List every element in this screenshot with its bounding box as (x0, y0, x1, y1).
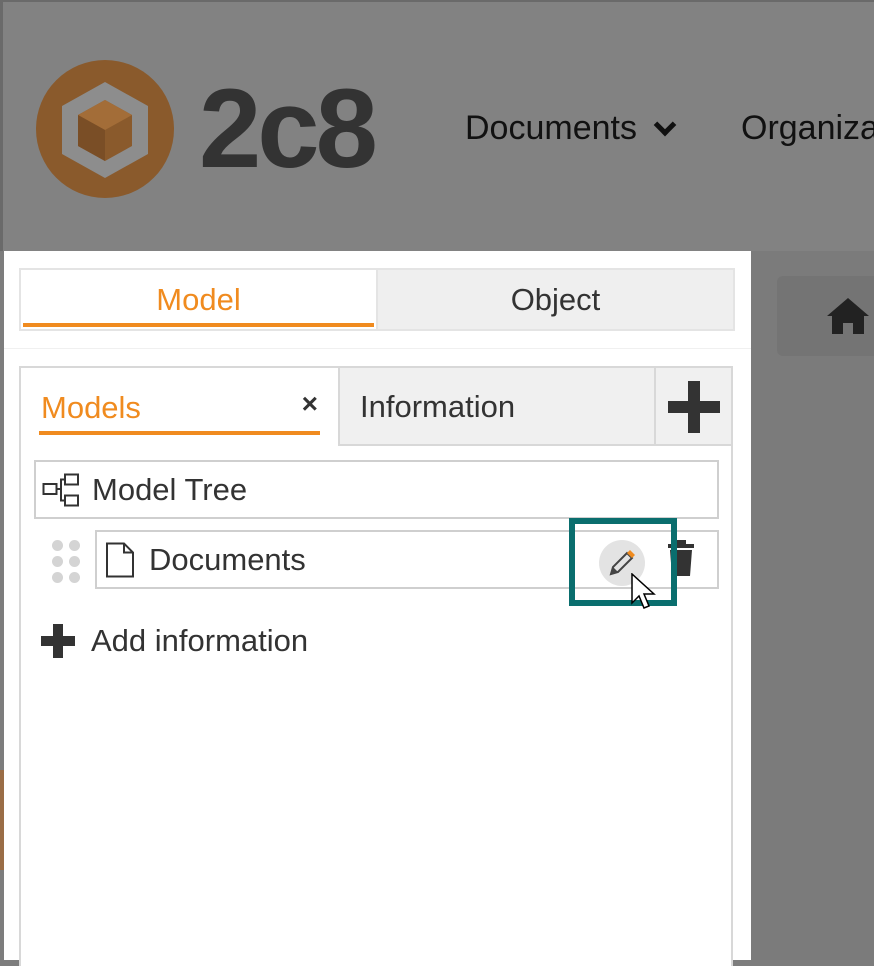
model-tree-root[interactable]: Model Tree (34, 460, 719, 519)
nav-organization-menu[interactable]: Organiza (741, 108, 874, 148)
highlight-frame (569, 518, 677, 606)
add-information-button[interactable]: Add information (41, 623, 308, 659)
model-tree-label: Model Tree (92, 471, 248, 507)
logo-icon[interactable] (36, 60, 174, 198)
tab-object[interactable]: Object (376, 270, 733, 329)
tab-models[interactable]: Models × (21, 368, 338, 448)
logo-wordmark: 2c8 (199, 66, 378, 191)
mouse-cursor-icon (631, 573, 656, 609)
panel-tab-bar: Model Object (19, 268, 735, 331)
add-tab-button[interactable] (654, 368, 731, 446)
plus-icon (41, 624, 75, 658)
nav-documents-label: Documents (465, 109, 637, 147)
close-icon[interactable]: × (302, 390, 318, 418)
add-information-label: Add information (91, 623, 309, 658)
plus-icon (667, 381, 720, 433)
model-panel: Model Object Models × Information Model … (4, 251, 751, 966)
nav-documents-menu[interactable]: Documents (465, 108, 677, 148)
background-content (751, 251, 874, 960)
home-button[interactable] (777, 276, 874, 356)
tree-icon (42, 473, 79, 506)
tab-model[interactable]: Model (21, 270, 376, 329)
sub-tab-bar: Models × Information (21, 368, 731, 448)
drag-handle-icon[interactable] (52, 540, 82, 584)
top-navigation-bar: 2c8 Documents Organiza (0, 0, 874, 251)
tab-models-label: Models (41, 390, 141, 425)
tree-item-label: Documents (149, 541, 306, 577)
document-icon (106, 542, 134, 577)
tab-information[interactable]: Information (338, 368, 654, 446)
models-container: Models × Information Model Tree Document… (19, 366, 733, 966)
divider (4, 348, 751, 349)
home-icon (827, 298, 869, 334)
chevron-down-icon (653, 113, 677, 137)
